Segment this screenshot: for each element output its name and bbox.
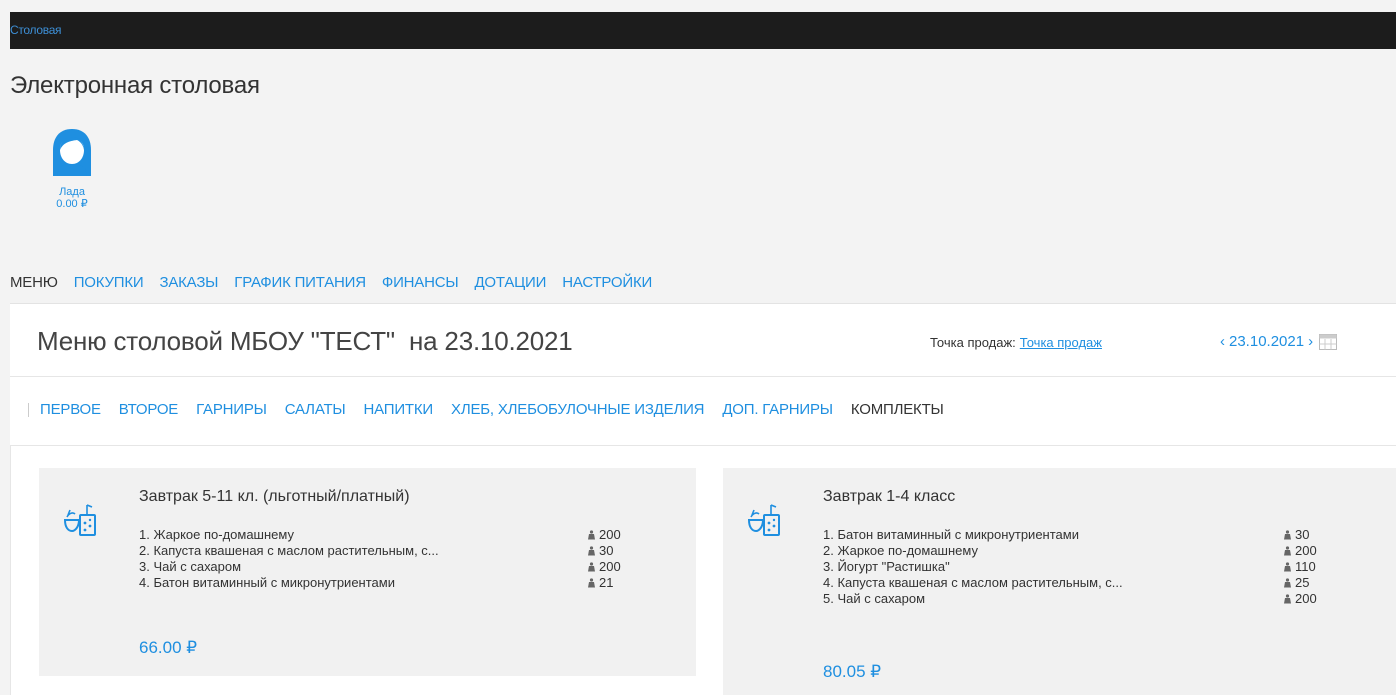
weight-icon [588, 562, 595, 572]
user-avatar-icon [53, 129, 91, 176]
item-weight: 25 [1283, 575, 1309, 591]
meal-bowl-drink-icon [63, 504, 96, 536]
nav-item-menu[interactable]: МЕНЮ [10, 274, 58, 291]
meal-bowl-drink-icon [747, 504, 780, 536]
list-item: 3. Йогурт "Растишка" 110 [823, 559, 1317, 575]
item-weight: 200 [587, 559, 621, 575]
item-weight: 200 [1283, 591, 1317, 607]
category-tabs: ПЕРВОЕ ВТОРОЕ ГАРНИРЫ САЛАТЫ НАПИТКИ ХЛЕ… [10, 376, 1396, 446]
nav-item-finances[interactable]: ФИНАНСЫ [382, 274, 459, 291]
item-weight: 200 [587, 527, 621, 543]
tab-salads[interactable]: САЛАТЫ [285, 401, 346, 418]
top-bar: Столовая [10, 12, 1396, 49]
app-title: Электронная столовая [10, 72, 260, 99]
sales-point-label: Точка продаж: [930, 335, 1016, 350]
tab-drinks[interactable]: НАПИТКИ [364, 401, 434, 418]
weight-icon [588, 530, 595, 540]
list-item: 3. Чай с сахаром 200 [139, 559, 621, 575]
current-date[interactable]: 23.10.2021 [1229, 333, 1304, 350]
list-item: 4. Капуста квашеная с маслом растительны… [823, 575, 1317, 591]
divider [28, 403, 29, 417]
list-item: 2. Капуста квашеная с маслом растительны… [139, 543, 621, 559]
tab-bread[interactable]: ХЛЕБ, ХЛЕБОБУЛОЧНЫЕ ИЗДЕЛИЯ [451, 401, 704, 418]
tab-side-dishes[interactable]: ГАРНИРЫ [196, 401, 267, 418]
sales-point-selector: Точка продаж: Точка продаж [930, 335, 1102, 350]
sales-point-link[interactable]: Точка продаж [1020, 335, 1102, 350]
calendar-icon[interactable] [1319, 333, 1338, 350]
user-name: Лада [59, 186, 85, 198]
next-date-button[interactable]: › [1308, 333, 1313, 350]
nav-item-subsidies[interactable]: ДОТАЦИИ [474, 274, 546, 291]
item-weight: 110 [1283, 559, 1316, 575]
set-menu-card[interactable]: Завтрак 1-4 класс 1. Батон витаминный с … [723, 468, 1396, 695]
tab-extra-sides[interactable]: ДОП. ГАРНИРЫ [722, 401, 833, 418]
set-menu-card[interactable]: Завтрак 5-11 кл. (льготный/платный) 1. Ж… [39, 468, 696, 676]
weight-icon [588, 546, 595, 556]
list-item: 2. Жаркое по-домашнему 200 [823, 543, 1317, 559]
list-item: 1. Батон витаминный с микронутриентами 3… [823, 527, 1317, 543]
set-menu-title: Завтрак 5-11 кл. (льготный/платный) [139, 488, 410, 505]
list-item: 5. Чай с сахаром 200 [823, 591, 1317, 607]
item-weight: 21 [587, 575, 613, 591]
page-title: Меню столовой МБОУ "ТЕСТ" на 23.10.2021 [37, 326, 573, 356]
tab-first-course[interactable]: ПЕРВОЕ [40, 401, 101, 418]
item-name: 5. Чай с сахаром [823, 591, 926, 606]
main-nav: МЕНЮ ПОКУПКИ ЗАКАЗЫ ГРАФИК ПИТАНИЯ ФИНАН… [10, 274, 668, 291]
set-menu-price: 80.05 ₽ [823, 662, 882, 681]
weight-icon [1284, 530, 1291, 540]
weight-icon [1284, 562, 1291, 572]
nav-item-meal-schedule[interactable]: ГРАФИК ПИТАНИЯ [234, 274, 366, 291]
tab-sets[interactable]: КОМПЛЕКТЫ [851, 401, 944, 418]
weight-icon [1284, 546, 1291, 556]
item-name: 4. Капуста квашеная с маслом растительны… [823, 575, 1123, 590]
brand-link[interactable]: Столовая [10, 23, 62, 37]
set-menu-items: 1. Батон витаминный с микронутриентами 3… [823, 527, 1317, 607]
item-name: 1. Жаркое по-домашнему [139, 527, 294, 542]
set-menu-list: Завтрак 5-11 кл. (льготный/платный) 1. Ж… [10, 446, 1396, 695]
item-name: 4. Батон витаминный с микронутриентами [139, 575, 395, 590]
set-menu-title: Завтрак 1-4 класс [823, 488, 956, 505]
main-content: Меню столовой МБОУ "ТЕСТ" на 23.10.2021 … [10, 303, 1396, 695]
set-menu-price: 66.00 ₽ [139, 638, 198, 657]
user-profile[interactable]: Лада 0.00 ₽ [41, 128, 103, 210]
item-name: 2. Жаркое по-домашнему [823, 543, 978, 558]
list-item: 1. Жаркое по-домашнему 200 [139, 527, 621, 543]
weight-icon [1284, 578, 1291, 588]
item-weight: 200 [1283, 543, 1317, 559]
tab-second-course[interactable]: ВТОРОЕ [119, 401, 179, 418]
item-weight: 30 [587, 543, 613, 559]
weight-icon [1284, 594, 1291, 604]
user-balance: 0.00 ₽ [56, 198, 88, 210]
prev-date-button[interactable]: ‹ [1220, 333, 1225, 350]
nav-item-orders[interactable]: ЗАКАЗЫ [159, 274, 218, 291]
set-menu-items: 1. Жаркое по-домашнему 200 2. Капуста кв… [139, 527, 621, 591]
date-picker: ‹ 23.10.2021 › [1220, 333, 1338, 350]
list-item: 4. Батон витаминный с микронутриентами 2… [139, 575, 621, 591]
weight-icon [588, 578, 595, 588]
item-weight: 30 [1283, 527, 1309, 543]
item-name: 3. Чай с сахаром [139, 559, 242, 574]
nav-item-settings[interactable]: НАСТРОЙКИ [562, 274, 652, 291]
item-name: 1. Батон витаминный с микронутриентами [823, 527, 1079, 542]
item-name: 3. Йогурт "Растишка" [823, 559, 950, 574]
nav-item-purchases[interactable]: ПОКУПКИ [74, 274, 144, 291]
item-name: 2. Капуста квашеная с маслом растительны… [139, 543, 439, 558]
